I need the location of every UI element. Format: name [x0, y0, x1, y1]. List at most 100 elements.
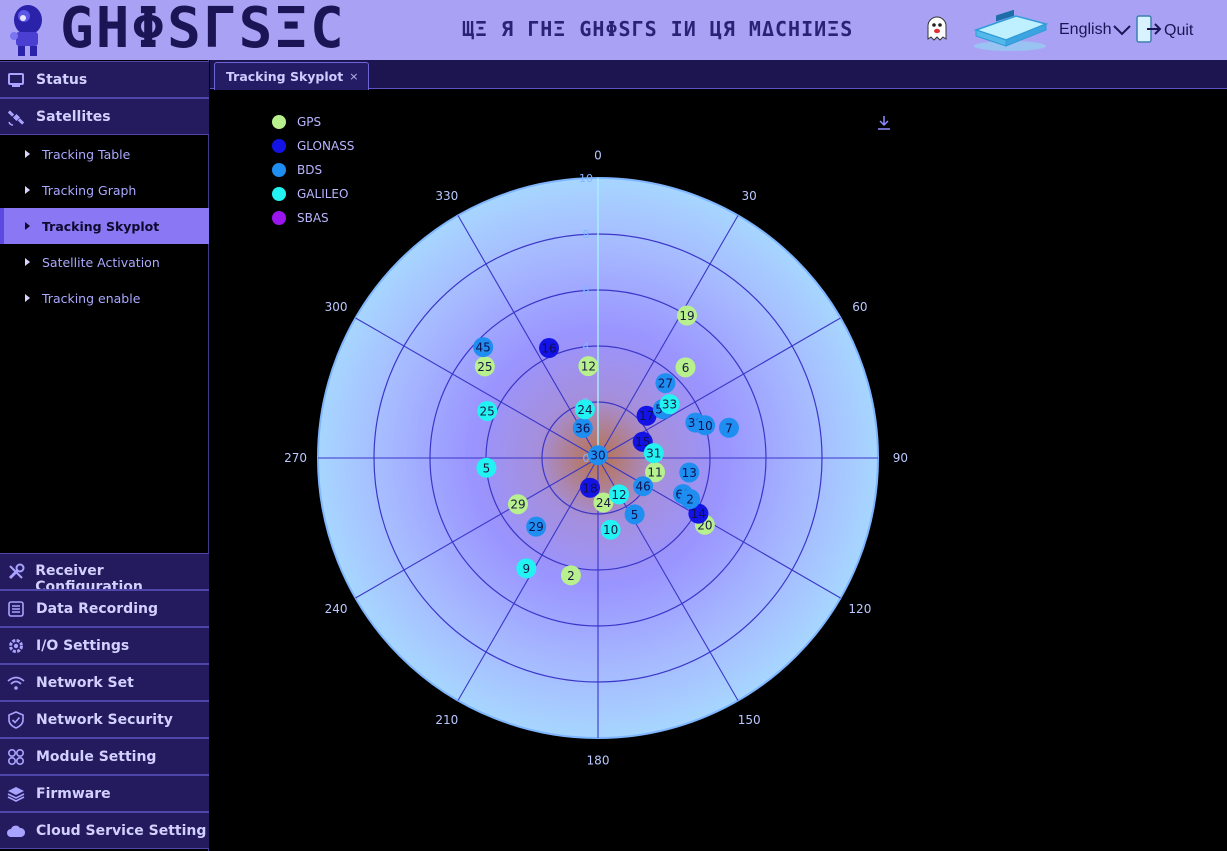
azimuth-tick-label: 270	[284, 451, 307, 465]
satellite-marker[interactable]: 2	[680, 488, 701, 509]
satellite-prn-label: 12	[611, 488, 626, 502]
nav-receiver-configuration[interactable]: Receiver Configuration	[0, 553, 209, 590]
nav-status[interactable]: Status	[0, 61, 209, 98]
quit-button[interactable]: Quit	[1134, 14, 1193, 44]
app-header: GHΦSΓSΞC ЩΞ Я ΓΗΞ GHΦSΓS IИ ЦЯ MΔCHIИΞS …	[0, 0, 1227, 60]
satellite-prn-label: 5	[483, 461, 491, 475]
tab-tracking-skyplot[interactable]: Tracking Skyplot ×	[214, 62, 370, 90]
sub-item-tracking-enable[interactable]: Tracking enable	[0, 280, 209, 316]
satellite-marker[interactable]: 25	[477, 400, 498, 421]
satellite-marker[interactable]: 2	[560, 565, 581, 586]
skyplot-legend: GPS GLONASS BDS GALILEO SBAS	[272, 110, 354, 230]
satellite-prn-label: 29	[510, 498, 525, 512]
satellite-marker[interactable]: 29	[526, 516, 547, 537]
satellite-prn-label: 17	[639, 409, 654, 423]
ghost-icon	[927, 16, 947, 41]
tab-label: Tracking Skyplot	[226, 69, 344, 84]
legend-label: SBAS	[297, 211, 329, 225]
satellite-marker[interactable]: 36	[572, 418, 593, 439]
nav-network-set[interactable]: Network Set	[0, 664, 209, 701]
satellite-prn-label: 16	[541, 342, 556, 356]
close-icon[interactable]: ×	[349, 70, 358, 83]
legend-label: GLONASS	[297, 139, 355, 153]
satellite-marker[interactable]: 31	[643, 443, 664, 464]
legend-item-galileo[interactable]: GALILEO	[272, 182, 354, 206]
satellite-marker[interactable]: 30	[588, 445, 608, 466]
nav-firmware-label: Firmware	[36, 785, 111, 802]
sub-item-tracking-graph[interactable]: Tracking Graph	[0, 172, 209, 208]
nav-io-settings-label: I/O Settings	[36, 637, 130, 654]
language-label: English	[1059, 21, 1112, 38]
satellite-marker[interactable]: 5	[624, 504, 645, 525]
satellite-marker[interactable]: 45	[473, 337, 494, 358]
satellite-marker[interactable]: 13	[679, 462, 700, 483]
satellite-prn-label: 24	[596, 496, 611, 510]
nav-cloud-service-setting[interactable]: Cloud Service Setting	[0, 812, 209, 849]
satellite-marker[interactable]: 46	[633, 476, 654, 497]
caret-right-icon	[25, 258, 30, 266]
brand-title: GHΦSΓSΞC	[60, 0, 346, 60]
nav-data-recording-label: Data Recording	[36, 600, 158, 617]
azimuth-tick-label: 330	[435, 189, 458, 203]
legend-item-glonass[interactable]: GLONASS	[272, 134, 354, 158]
nav-firmware[interactable]: Firmware	[0, 775, 209, 812]
sidebar: Status Satellites Tracking Table Trackin…	[0, 60, 209, 851]
nav-io-settings[interactable]: I/O Settings	[0, 627, 209, 664]
download-icon[interactable]	[876, 115, 892, 131]
legend-swatch	[272, 163, 286, 177]
sub-item-tracking-skyplot[interactable]: Tracking Skyplot	[0, 208, 209, 244]
satellite-marker[interactable]: 24	[574, 399, 595, 420]
satellite-marker[interactable]: 7	[718, 417, 739, 438]
satellite-prn-label: 11	[647, 466, 662, 480]
azimuth-tick-label: 0	[594, 149, 602, 163]
satellite-prn-label: 9	[523, 562, 531, 576]
nav-module-setting[interactable]: Module Setting	[0, 738, 209, 775]
sub-item-label: Tracking Table	[42, 146, 131, 162]
gear-icon	[6, 636, 26, 656]
receiver-device-icon	[973, 10, 1049, 51]
satellite-marker[interactable]: 29	[507, 494, 528, 515]
satellite-marker[interactable]: 18	[580, 477, 601, 498]
satellite-marker[interactable]: 5	[476, 457, 497, 478]
legend-item-sbas[interactable]: SBAS	[272, 206, 354, 230]
legend-item-bds[interactable]: BDS	[272, 158, 354, 182]
satellite-marker[interactable]: 12	[609, 484, 629, 505]
satellite-marker[interactable]: 10	[695, 415, 716, 436]
satellite-prn-label: 30	[590, 449, 605, 463]
satellite-prn-label: 10	[697, 419, 712, 433]
satellite-prn-label: 13	[682, 466, 697, 480]
nav-network-security-label: Network Security	[36, 711, 173, 728]
nav-data-recording[interactable]: Data Recording	[0, 590, 209, 627]
nav-network-set-label: Network Set	[36, 674, 134, 691]
sub-item-label: Satellite Activation	[42, 254, 160, 270]
satellite-marker[interactable]: 10	[600, 519, 621, 540]
language-selector[interactable]: English	[1059, 21, 1132, 39]
satellite-marker[interactable]: 27	[655, 373, 676, 394]
satellite-prn-label: 46	[635, 480, 650, 494]
satellite-marker[interactable]: 6	[675, 357, 696, 378]
satellite-marker[interactable]: 19	[677, 305, 698, 326]
satellite-marker[interactable]: 9	[516, 558, 537, 579]
azimuth-tick-label: 120	[848, 602, 871, 616]
satellite-marker[interactable]: 16	[539, 338, 560, 359]
tools-icon	[6, 562, 25, 582]
azimuth-tick-label: 300	[325, 300, 348, 314]
satellite-prn-label: 27	[658, 377, 673, 391]
satellite-prn-label: 12	[581, 360, 596, 374]
modules-icon	[6, 747, 26, 767]
elevation-tick-label: 6	[583, 284, 590, 297]
azimuth-tick-label: 60	[852, 300, 867, 314]
sub-item-tracking-table[interactable]: Tracking Table	[0, 136, 209, 172]
satellite-marker[interactable]: 25	[474, 356, 495, 377]
legend-item-gps[interactable]: GPS	[272, 110, 354, 134]
nav-module-setting-label: Module Setting	[36, 748, 157, 765]
satellite-marker[interactable]: 33	[659, 394, 680, 415]
satellite-icon	[6, 107, 26, 127]
sub-item-satellite-activation[interactable]: Satellite Activation	[0, 244, 209, 280]
nav-network-security[interactable]: Network Security	[0, 701, 209, 738]
nav-satellites-label: Satellites	[36, 108, 111, 125]
nav-satellites[interactable]: Satellites	[0, 98, 209, 135]
wifi-icon	[6, 673, 26, 693]
satellite-prn-label: 24	[577, 403, 592, 417]
satellite-marker[interactable]: 12	[578, 356, 599, 377]
